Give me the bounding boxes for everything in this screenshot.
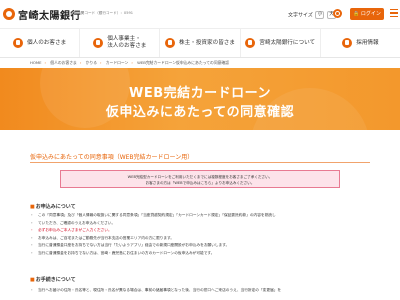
notice-line: お客さまの方は「WEBで申込みはこちら」よりお申込みください。 [145, 181, 255, 185]
person-icon [13, 38, 24, 48]
hero-banner: WEB完結カードローン 仮申込みにあたっての同意確認 [0, 68, 400, 130]
heading-marker-icon: ■ [30, 204, 35, 210]
logo-mark-icon [3, 8, 15, 20]
list-item-warning: 必ずお申込みご本人さまがご入力ください。 [30, 227, 370, 235]
list-item: この「同意事項」及び「個人情報の取扱いに関する同意条項」「当座貸越契約規定」「カ… [30, 212, 370, 220]
application-bullets: この「同意事項」及び「個人情報の取扱いに関する同意条項」「当座貸越契約規定」「カ… [30, 212, 370, 258]
nav-item-recruit[interactable]: 採用情報 [321, 29, 400, 57]
search-icon[interactable] [333, 9, 342, 18]
bank-icon [245, 38, 256, 48]
nav-item-label: 個人事業主・ 法人のお客さま [107, 36, 147, 49]
heading-marker-icon: ■ [30, 277, 35, 283]
list-item: ていただき、ご確認のうえお申込みください。 [30, 220, 370, 228]
nav-item-label: 個人のお客さま [27, 39, 67, 46]
page-subtitle: 仮申込みにあたっての同意確認 [105, 105, 295, 120]
breadcrumb: HOME › 個人のお客さま › かりる › カードローン › WEB完結カードローン仮… [30, 60, 230, 65]
application-heading: ■お申込みについて [30, 204, 76, 210]
breadcrumb-borrow[interactable]: かりる [86, 60, 97, 65]
nav-item-investors[interactable]: 株主・投資家の皆さま [160, 29, 241, 57]
nav-item-label: 株主・投資家の皆さま [179, 39, 235, 46]
font-size-label: 文字サイズ [288, 12, 313, 19]
bank-code: 金融機関コード（銀行コード）：0591 [70, 11, 134, 15]
breadcrumb-cardloan[interactable]: カードローン [106, 60, 129, 65]
breadcrumb-personal[interactable]: 個人のお客さま [50, 60, 77, 65]
list-item: 当行に普通預金口座をお持ちでない方は当行「たいようアプリ」経由での新規口座開設が… [30, 242, 370, 250]
nav-item-about[interactable]: 宮崎太陽銀行について [241, 29, 321, 57]
login-button[interactable]: 🔒 ログイン [350, 8, 384, 20]
section-title: 仮申込みにあたっての同意事項（WEB完結カードローン用） [30, 154, 194, 161]
font-size-switcher: 文字サイズ 小 大 [288, 11, 337, 19]
nav-item-personal[interactable]: 個人のお客さま [0, 29, 81, 57]
notice-box: WEB完結型カードローンをご利用いただくまでには複数程度をお客さまご了承ください… [60, 170, 340, 188]
breadcrumb-current: WEB完結カードローン仮申込みにあたっての同意確認 [137, 60, 230, 65]
global-nav: 個人のお客さま 個人事業主・ 法人のお客さま 株主・投資家の皆さま 宮崎太陽銀行… [0, 28, 400, 58]
page-title: WEB完結カードローン [129, 86, 271, 101]
procedure-heading: ■お手続きについて [30, 277, 76, 283]
list-item: お申込みは、ご自宅またはご勤務先が当行本支店の営業エリア内の方に限ります。 [30, 235, 370, 243]
site-header: 宮崎太陽銀行 金融機関コード（銀行コード）：0591 文字サイズ 小 大 🔒 ロ… [0, 0, 400, 28]
nav-item-business[interactable]: 個人事業主・ 法人のお客さま [80, 29, 161, 57]
list-item: 当行へお届けの住所・氏名等と、現住所・氏名が異なる場合は、事前の諸届事項となった… [30, 287, 370, 295]
people-icon [342, 38, 353, 48]
list-item: 当行に普通預金をお持ちでない方は、宮崎・鹿児島にお住まいの方のカードローンの仮申… [30, 250, 370, 258]
breadcrumb-home[interactable]: HOME [30, 60, 42, 65]
section-divider [30, 162, 370, 163]
font-size-small-button[interactable]: 小 [315, 11, 325, 19]
nav-item-label: 宮崎太陽銀行について [259, 39, 316, 46]
building-icon [93, 38, 104, 48]
chart-icon [165, 38, 176, 48]
nav-item-label: 採用情報 [356, 39, 379, 46]
menu-icon[interactable] [390, 9, 398, 18]
procedure-bullets: 当行へお届けの住所・氏名等と、現住所・氏名が異なる場合は、事前の諸届事項となった… [30, 287, 370, 295]
